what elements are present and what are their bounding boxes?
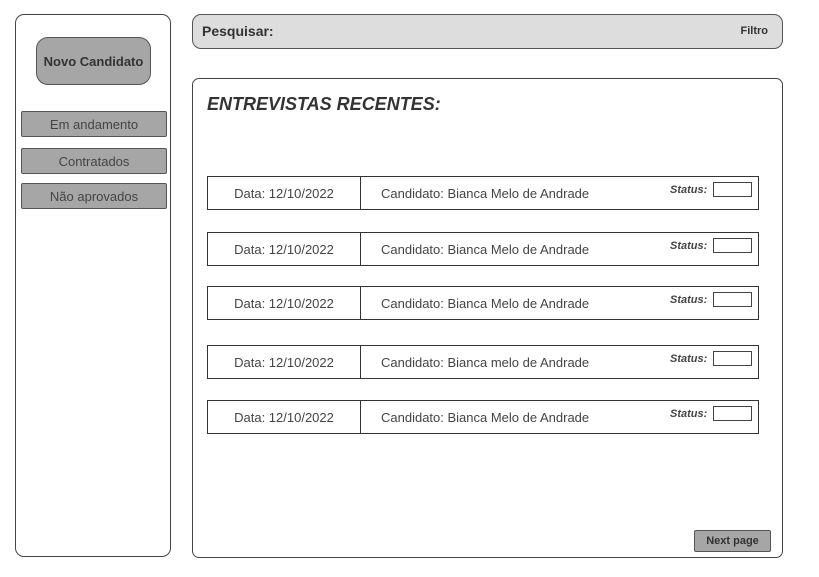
interview-date: Data: 12/10/2022 (208, 346, 361, 378)
interview-row[interactable]: Data: 12/10/2022 Candidato: Bianca Melo … (207, 286, 759, 320)
status-label: Status: (670, 184, 708, 196)
search-label: Pesquisar: (202, 23, 274, 39)
status-field[interactable] (713, 238, 752, 253)
interview-row[interactable]: Data: 12/10/2022 Candidato: Bianca melo … (207, 345, 759, 379)
sidebar-item-contratados[interactable]: Contratados (21, 148, 167, 174)
interview-candidate: Candidato: Bianca Melo de Andrade (381, 185, 590, 201)
interview-candidate: Candidato: Bianca Melo de Andrade (381, 241, 590, 257)
new-candidate-button[interactable]: Novo Candidato (36, 37, 151, 85)
recent-interviews-panel: ENTREVISTAS RECENTES: Data: 12/10/2022 C… (192, 78, 783, 558)
page-title: ENTREVISTAS RECENTES: (207, 94, 441, 114)
interview-candidate: Candidato: Bianca Melo de Andrade (381, 409, 590, 425)
status-label: Status: (670, 408, 708, 420)
status-field[interactable] (713, 406, 752, 421)
status-field[interactable] (713, 292, 752, 307)
sidebar: Novo Candidato Em andamento Contratados … (15, 14, 171, 557)
interview-row[interactable]: Data: 12/10/2022 Candidato: Bianca Melo … (207, 176, 759, 210)
interview-date: Data: 12/10/2022 (208, 233, 361, 265)
interview-row[interactable]: Data: 12/10/2022 Candidato: Bianca Melo … (207, 400, 759, 434)
sidebar-item-nao-aprovados[interactable]: Não aprovados (21, 183, 167, 209)
interview-date: Data: 12/10/2022 (208, 177, 361, 209)
status-label: Status: (670, 240, 708, 252)
interview-row[interactable]: Data: 12/10/2022 Candidato: Bianca Melo … (207, 232, 759, 266)
status-label: Status: (670, 353, 708, 365)
interview-date: Data: 12/10/2022 (208, 401, 361, 433)
status-label: Status: (670, 294, 708, 306)
filter-button[interactable]: Filtro (741, 25, 769, 37)
search-bar[interactable]: Pesquisar: Filtro (192, 14, 783, 49)
next-page-button[interactable]: Next page (694, 530, 771, 552)
interview-candidate: Candidato: Bianca melo de Andrade (381, 354, 590, 370)
status-field[interactable] (713, 182, 752, 197)
status-field[interactable] (713, 351, 752, 366)
interview-date: Data: 12/10/2022 (208, 287, 361, 319)
sidebar-item-em-andamento[interactable]: Em andamento (21, 111, 167, 137)
interview-candidate: Candidato: Bianca Melo de Andrade (381, 295, 590, 311)
